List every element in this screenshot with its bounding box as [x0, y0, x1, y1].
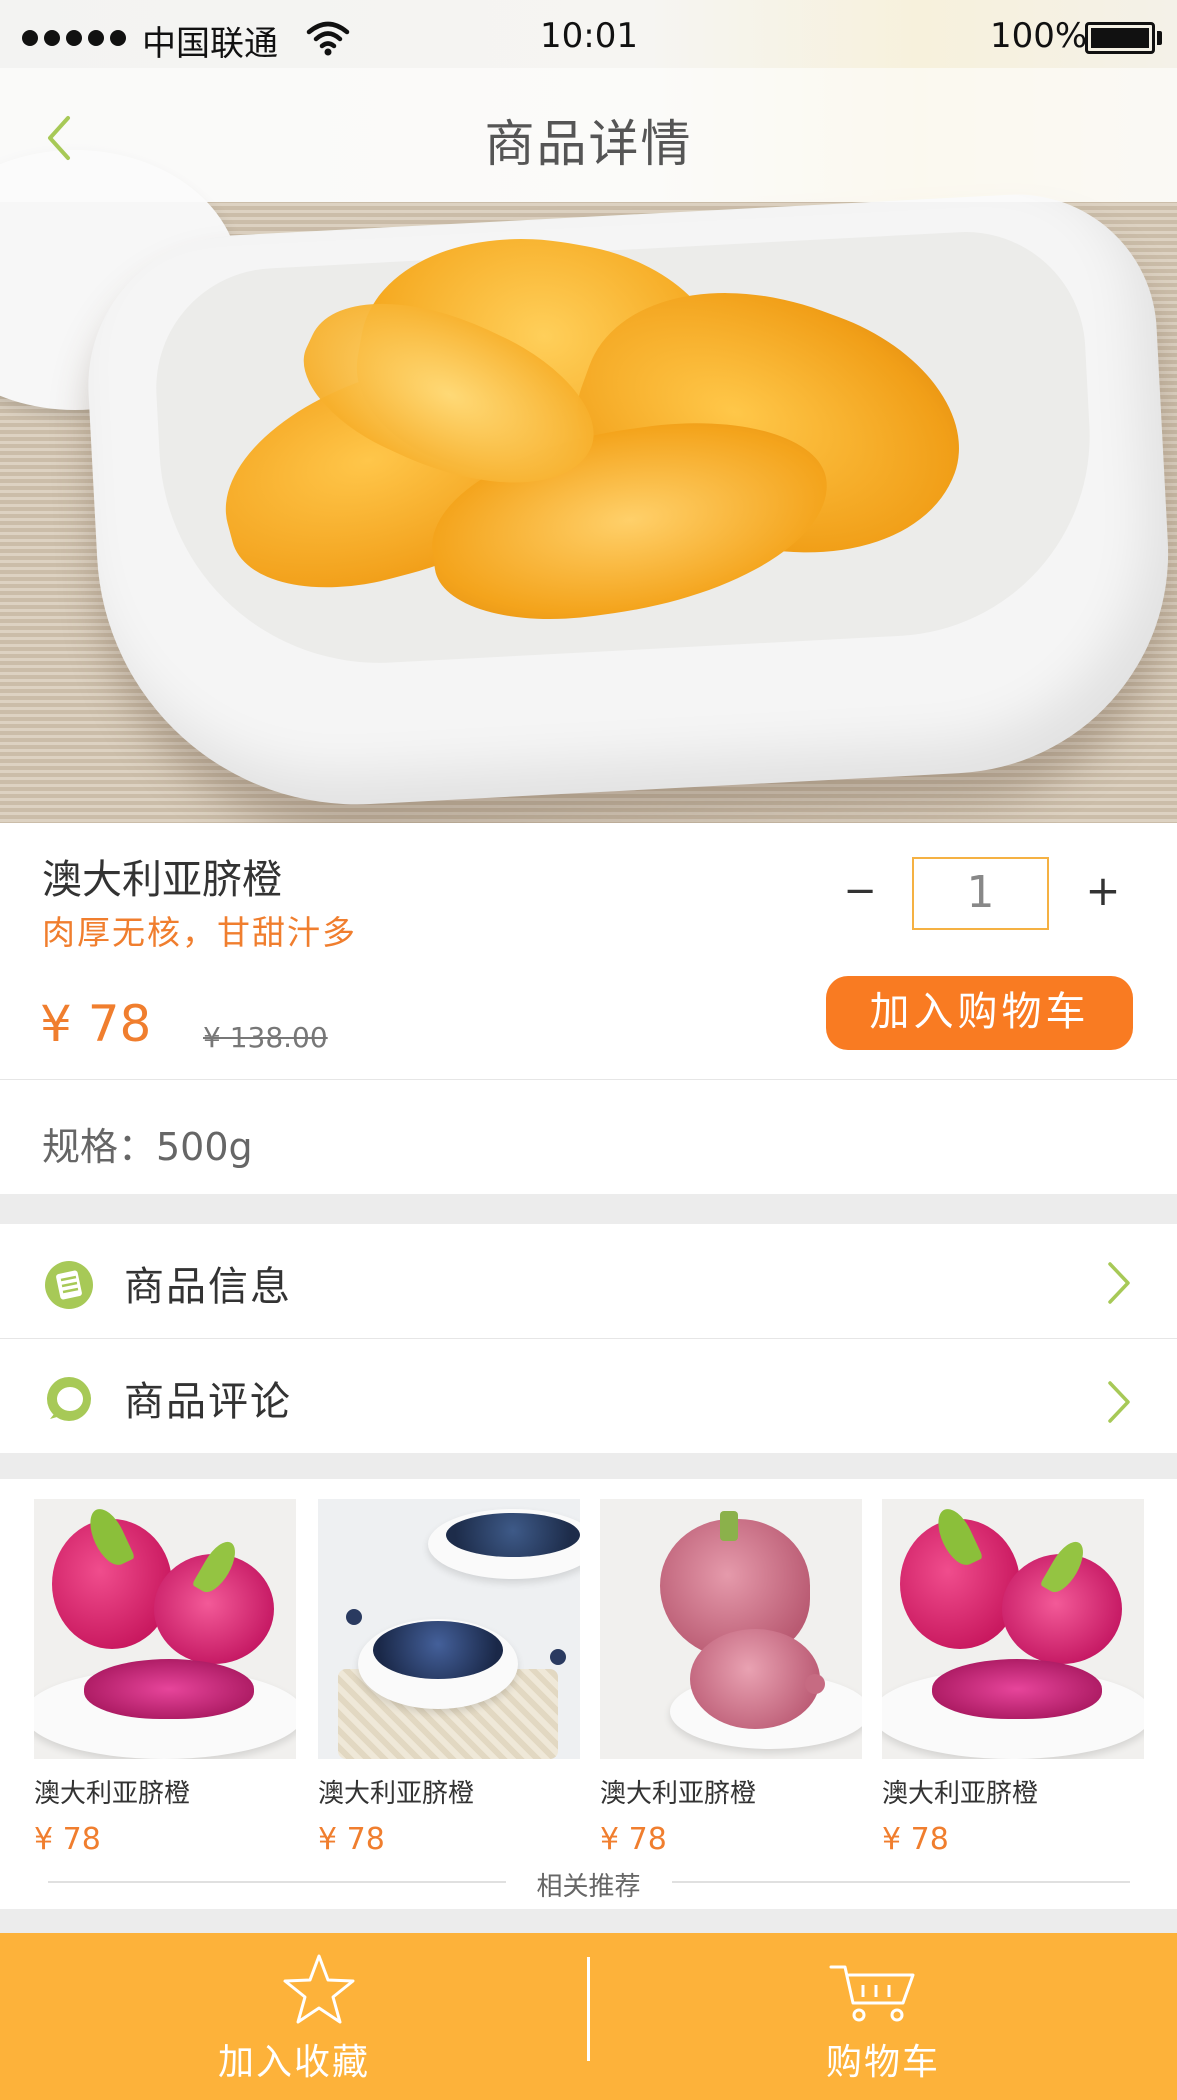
- battery-icon: [1085, 22, 1155, 54]
- section-gap: [0, 1453, 1177, 1479]
- add-to-cart-button[interactable]: 加入购物车: [826, 976, 1133, 1050]
- dragon-fruit-image[interactable]: [34, 1499, 296, 1759]
- chevron-right-icon: [1108, 1262, 1130, 1304]
- product-name: 澳大利亚脐橙: [42, 857, 282, 903]
- product-spec: 规格：500g: [42, 1125, 253, 1169]
- battery-tip: [1157, 31, 1162, 45]
- add-to-favorites-label: 加入收藏: [217, 2042, 370, 2083]
- cart-label: 购物车: [825, 2042, 940, 2083]
- recommend-price: ¥ 78: [34, 1822, 101, 1857]
- star-icon: [283, 1954, 355, 2024]
- shopping-cart-icon: [829, 1965, 915, 2022]
- recommend-card[interactable]: 澳大利亚脐橙 ¥ 78: [318, 1499, 580, 1857]
- product-price: ¥ 78: [40, 995, 152, 1053]
- navigation-bar: 商品详情: [0, 68, 1177, 202]
- original-price: ¥ 138.00: [203, 1021, 328, 1054]
- quantity-decrease-button[interactable]: −: [840, 871, 880, 913]
- cart-button[interactable]: 购物车: [589, 1933, 1177, 2100]
- product-info-label: 商品信息: [124, 1264, 292, 1310]
- signal-strength-icon: [22, 30, 126, 46]
- recommend-card[interactable]: 澳大利亚脐橙 ¥ 78: [600, 1499, 862, 1857]
- recommend-price: ¥ 78: [600, 1822, 667, 1857]
- carrier-name: 中国联通: [142, 24, 278, 64]
- product-reviews-label: 商品评论: [124, 1379, 292, 1425]
- bottom-action-bar: 加入收藏 购物车: [0, 1933, 1177, 2100]
- grapes-image[interactable]: [600, 1499, 862, 1759]
- spec-row: 规格：500g: [0, 1080, 1177, 1194]
- dragon-fruit-image[interactable]: [882, 1499, 1144, 1759]
- product-info-row[interactable]: 商品信息: [0, 1224, 1177, 1338]
- battery-percent: 100%: [990, 16, 1088, 56]
- recommend-title: 相关推荐: [536, 1872, 641, 1902]
- recommend-card[interactable]: 澳大利亚脐橙 ¥ 78: [34, 1499, 296, 1857]
- status-bar: 中国联通 10:01 100%: [0, 0, 1177, 75]
- comment-icon: [47, 1377, 91, 1421]
- product-reviews-row[interactable]: 商品评论: [0, 1339, 1177, 1453]
- product-description: 肉厚无核，甘甜汁多: [42, 913, 357, 952]
- recommend-name: 澳大利亚脐橙: [600, 1779, 757, 1809]
- section-gap: [0, 1909, 1177, 1933]
- add-to-favorites-button[interactable]: 加入收藏: [0, 1933, 588, 2100]
- recommend-price: ¥ 78: [318, 1822, 385, 1857]
- quantity-input[interactable]: 1: [912, 857, 1049, 930]
- clock: 10:01: [540, 16, 638, 56]
- recommendations-section: 澳大利亚脐橙 ¥ 78 澳大利亚脐橙 ¥ 78 澳大利亚脐橙 ¥ 78 澳大利亚…: [0, 1479, 1177, 1909]
- chevron-right-icon: [1108, 1381, 1130, 1423]
- wifi-icon: [306, 21, 350, 56]
- recommend-name: 澳大利亚脐橙: [34, 1779, 191, 1809]
- page-title: 商品详情: [484, 115, 693, 173]
- recommend-name: 澳大利亚脐橙: [882, 1779, 1039, 1809]
- recommend-name: 澳大利亚脐橙: [318, 1779, 475, 1809]
- section-gap: [0, 1194, 1177, 1224]
- product-info-section: 澳大利亚脐橙 肉厚无核，甘甜汁多 ¥ 78 ¥ 138.00 − 1 + 加入购…: [0, 823, 1177, 1079]
- document-icon: [45, 1261, 93, 1309]
- recommend-card[interactable]: 澳大利亚脐橙 ¥ 78: [882, 1499, 1144, 1857]
- recommend-price: ¥ 78: [882, 1822, 949, 1857]
- quantity-increase-button[interactable]: +: [1083, 870, 1123, 912]
- blueberries-image[interactable]: [318, 1499, 580, 1759]
